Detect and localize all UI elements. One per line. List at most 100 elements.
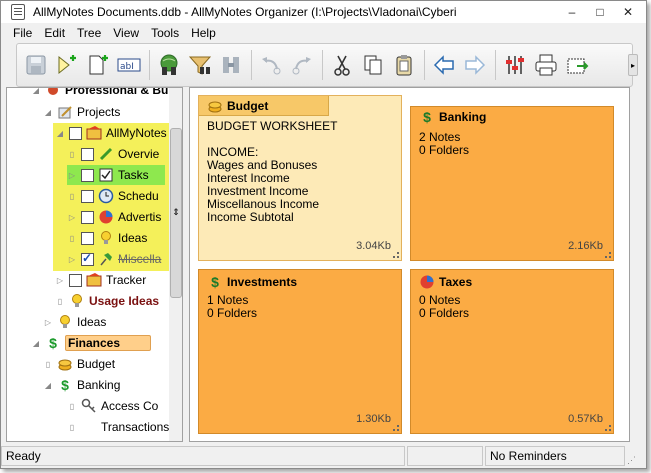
close-button[interactable]: ✕ [614, 3, 642, 21]
paste-button[interactable] [389, 49, 419, 81]
note-red-icon [86, 125, 102, 141]
copy-button[interactable] [358, 49, 388, 81]
checkbox[interactable] [81, 168, 94, 182]
checklist-icon [98, 167, 114, 183]
checkbox[interactable] [81, 147, 94, 161]
note-card-taxes[interactable]: Taxes 0 Notes 0 Folders 0.57Kb [410, 269, 614, 434]
pie-chart-icon [419, 274, 435, 290]
rename-button[interactable]: abI [114, 49, 144, 81]
tree-item-tracker[interactable]: ▷ Tracker [55, 270, 146, 290]
tree-scrollbar[interactable]: ⇕ [169, 88, 182, 441]
resize-grip-icon: ⋰ [627, 455, 636, 465]
tree-item-label: Banking [77, 378, 121, 392]
export-icon [567, 58, 589, 74]
notes-tree[interactable]: ◢ Professional & Bu ◢ Projects ◢ AllMyNo… [6, 87, 183, 442]
tree-item-professional[interactable]: ◢ Professional & Bu [31, 87, 169, 100]
note-card-budget[interactable]: Budget BUDGET WORKSHEET INCOME: Wages an… [198, 95, 402, 261]
print-button[interactable] [531, 49, 561, 81]
tree-item-budget[interactable]: ▯ Budget [43, 354, 115, 374]
tree-item-transactions[interactable]: ▯ Transactions [67, 417, 169, 437]
tree-item-ideas-sub[interactable]: ▯ Ideas [67, 228, 147, 248]
checkbox[interactable] [81, 189, 94, 203]
card-title: Banking [439, 110, 487, 124]
forward-button[interactable] [460, 49, 490, 81]
card-title: Investments [227, 275, 298, 289]
collapse-icon[interactable]: ◢ [55, 128, 65, 138]
tree-item-allmynotes[interactable]: ◢ AllMyNotes [55, 123, 167, 143]
note-card-banking[interactable]: $ Banking 2 Notes 0 Folders 2.16Kb [410, 106, 614, 261]
menu-tree[interactable]: Tree [71, 26, 107, 40]
find-button[interactable] [216, 49, 246, 81]
rename-icon: abI [117, 58, 141, 72]
tree-item-finances[interactable]: ◢ $ Finances [31, 333, 151, 353]
tree-item-usage-ideas[interactable]: ▯ Usage Ideas [55, 291, 159, 311]
tree-item-label: Miscella [118, 252, 162, 266]
settings-icon [506, 56, 524, 74]
expand-icon[interactable]: ▷ [55, 275, 65, 285]
toolbar-overflow-button[interactable]: ▸ [628, 54, 638, 76]
checkbox[interactable] [81, 231, 94, 245]
collapse-icon[interactable]: ◢ [31, 88, 41, 95]
tree-item-tasks[interactable]: ▷ Tasks [67, 165, 165, 185]
checkbox-checked[interactable] [81, 251, 94, 266]
maximize-button[interactable]: □ [586, 3, 614, 21]
collapse-icon[interactable]: ◢ [43, 380, 53, 390]
checkbox[interactable] [69, 273, 82, 287]
add-subnote-icon [89, 55, 108, 75]
toolbar-separator [251, 50, 252, 80]
expand-icon[interactable]: ▷ [67, 170, 77, 180]
menu-edit[interactable]: Edit [38, 26, 71, 40]
collapse-icon[interactable]: ◢ [31, 338, 41, 348]
tree-item-advertising[interactable]: ▷ Advertis [67, 207, 161, 227]
menu-tools[interactable]: Tools [145, 26, 185, 40]
card-title: Budget [227, 98, 269, 113]
card-header: $ Banking [411, 107, 486, 127]
card-header: $ Investments [199, 272, 297, 292]
app-window: AllMyNotes Documents.ddb - AllMyNotes Or… [0, 0, 647, 469]
note-card-investments[interactable]: $ Investments 1 Notes 0 Folders 1.30Kb [198, 269, 402, 434]
tree-item-ideas[interactable]: ▷ Ideas [43, 312, 106, 332]
tree-item-overview[interactable]: ▯ Overvie [67, 144, 160, 164]
menu-view[interactable]: View [107, 26, 145, 40]
tree-item-miscellaneous[interactable]: ▷ Miscella [67, 249, 161, 269]
resize-grip-icon [393, 252, 399, 258]
export-button[interactable] [562, 49, 592, 81]
tree-item-access-codes[interactable]: ▯ Access Co [67, 396, 158, 416]
find-icon [223, 57, 239, 73]
add-subnote-button[interactable] [83, 49, 113, 81]
tree-item-label: Transactions [101, 420, 170, 434]
menu-file[interactable]: File [7, 26, 38, 40]
tree-item-projects[interactable]: ◢ Projects [43, 102, 120, 122]
cut-button[interactable] [327, 49, 357, 81]
resize-grip-icon [393, 425, 399, 431]
checkbox[interactable] [69, 126, 82, 140]
expand-icon[interactable]: ▷ [43, 317, 53, 327]
search-button[interactable] [154, 49, 184, 81]
expand-icon[interactable]: ▷ [67, 212, 77, 222]
collapse-icon[interactable]: ◢ [43, 107, 53, 117]
pushpin-icon [98, 251, 114, 267]
checkbox[interactable] [81, 210, 94, 224]
tree-item-label: Finances [65, 335, 151, 351]
filter-icon [188, 56, 212, 75]
lightbulb-icon [98, 230, 114, 246]
filter-button[interactable] [185, 49, 215, 81]
copy-icon [364, 55, 382, 75]
tree-item-banking[interactable]: ◢ $ Banking [43, 375, 120, 395]
tree-item-label: Professional & Bu [65, 87, 169, 97]
expand-icon[interactable]: ▷ [67, 254, 77, 264]
menu-help[interactable]: Help [185, 26, 222, 40]
save-button[interactable] [21, 49, 51, 81]
redo-button[interactable] [287, 49, 317, 81]
minimize-button[interactable]: – [558, 3, 586, 21]
tree-item-schedule[interactable]: ▯ Schedu [67, 186, 159, 206]
toolbar-separator [424, 50, 425, 80]
add-note-button[interactable] [52, 49, 82, 81]
pencil-notebook-icon [57, 104, 73, 120]
settings-button[interactable] [500, 49, 530, 81]
undo-button[interactable] [256, 49, 286, 81]
back-button[interactable] [429, 49, 459, 81]
print-icon [535, 54, 557, 76]
tree-scrollbar-thumb[interactable]: ⇕ [170, 128, 182, 298]
panel-splitter[interactable] [184, 87, 188, 442]
